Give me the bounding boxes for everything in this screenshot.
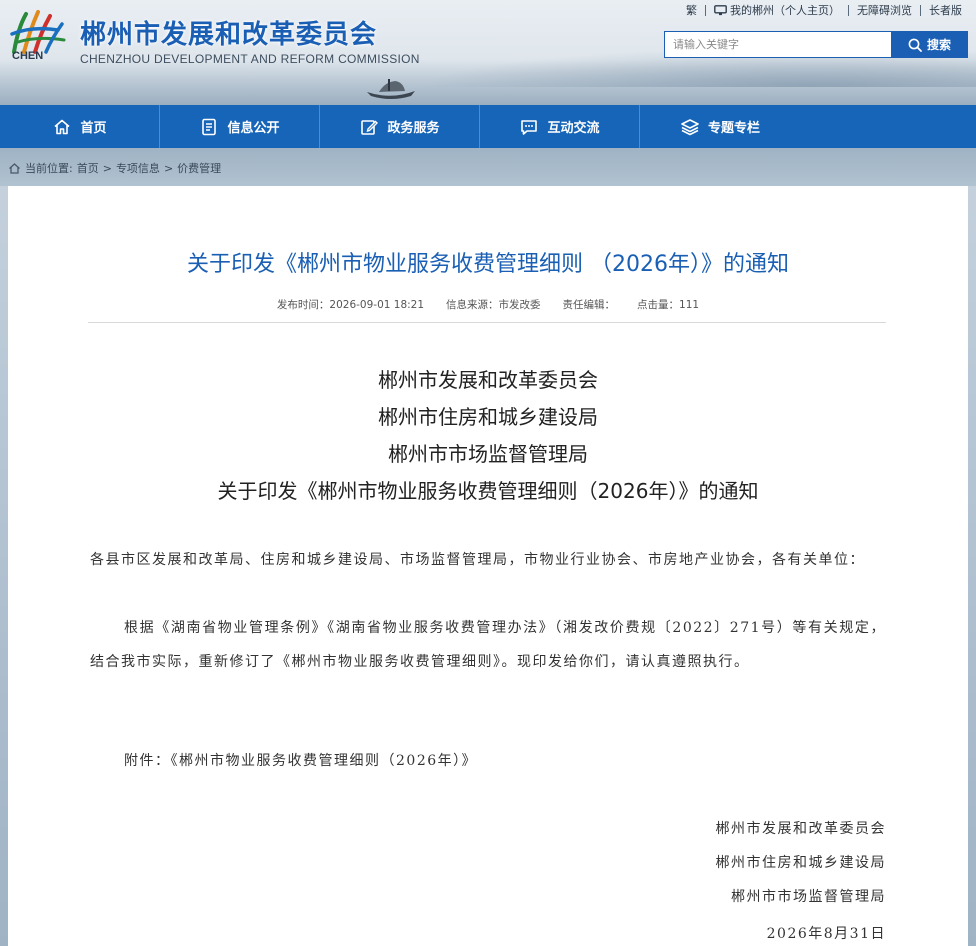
- article-card: 关于印发《郴州市物业服务收费管理细则 （2026年）》的通知 发布时间：2026…: [8, 186, 968, 946]
- breadcrumb: 当前位置: 首页 > 专项信息 > 价费管理: [8, 160, 221, 176]
- logo-text: CHEN: [12, 50, 44, 62]
- monitor-icon: [714, 4, 727, 15]
- nav-special-topics[interactable]: 专题专栏: [640, 105, 800, 148]
- breadcrumb-price-management[interactable]: 价费管理: [177, 160, 221, 176]
- home-icon: [54, 119, 71, 134]
- my-chenzhou-link[interactable]: 我的郴州（个人主页）: [706, 2, 848, 18]
- editor: 责任编辑：: [562, 299, 616, 311]
- accessibility-link[interactable]: 无障碍浏览: [849, 2, 920, 18]
- info-source: 信息来源：市发改委: [446, 299, 541, 311]
- hit-count: 点击量：111: [637, 299, 700, 311]
- chat-icon: [521, 119, 538, 135]
- nav-gov-services[interactable]: 政务服务: [320, 105, 480, 148]
- top-links: 繁 我的郴州（个人主页） 无障碍浏览 长者版: [678, 2, 970, 18]
- issuer-1: 郴州市发展和改革委员会: [378, 368, 598, 392]
- search-box: 搜索: [664, 31, 968, 58]
- issuer-3: 郴州市市场监督管理局: [388, 442, 588, 466]
- search-icon: [908, 38, 922, 52]
- nav-interaction[interactable]: 互动交流: [480, 105, 640, 148]
- traditional-chinese-link[interactable]: 繁: [678, 2, 705, 18]
- breadcrumb-home[interactable]: 首页: [77, 160, 99, 176]
- header-banner: CHEN 郴州市发展和改革委员会 CHENZHOU DEVELOPMENT AN…: [0, 0, 976, 105]
- main-nav: 首页 信息公开 政务服务 互动交流 专题专栏: [0, 105, 976, 148]
- issuer-2: 郴州市住房和城乡建设局: [378, 405, 598, 429]
- nav-info-disclosure[interactable]: 信息公开: [160, 105, 320, 148]
- boat-image: [367, 79, 415, 99]
- elder-mode-link[interactable]: 长者版: [921, 2, 970, 18]
- breadcrumb-separator: >: [163, 161, 174, 175]
- layers-icon: [681, 118, 699, 135]
- nav-services-label: 政务服务: [387, 121, 440, 136]
- nav-info-label: 信息公开: [227, 121, 280, 136]
- signature-2: 郴州市住房和城乡建设局: [715, 855, 886, 871]
- signature-date: 2026年8月31日: [766, 926, 886, 942]
- nav-home-label: 首页: [80, 121, 107, 136]
- search-button[interactable]: 搜索: [891, 31, 968, 58]
- publish-time: 发布时间：2026-09-01 18:21: [276, 299, 425, 311]
- site-title: 郴州市发展和改革委员会: [80, 20, 378, 50]
- signature-3: 郴州市市场监督管理局: [731, 889, 886, 905]
- nav-topics-label: 专题专栏: [707, 121, 760, 136]
- body-paragraph: 根据《湖南省物业管理条例》《湖南省物业服务收费管理办法》（湘发改价费规〔2022…: [90, 620, 886, 670]
- signature-1: 郴州市发展和改革委员会: [715, 821, 886, 837]
- document-icon: [202, 118, 217, 135]
- edit-icon: [361, 119, 379, 135]
- search-input[interactable]: [664, 31, 891, 58]
- addressee: 各县市区发展和改革局、住房和城乡建设局、市场监督管理局，市物业行业协会、市房地产…: [90, 552, 865, 568]
- breadcrumb-separator: >: [102, 161, 112, 175]
- title-divider: [88, 322, 886, 323]
- document-heading: 郴州市发展和改革委员会 郴州市住房和城乡建设局 郴州市市场监督管理局 关于印发《…: [8, 362, 968, 510]
- banner-mist: [0, 60, 976, 105]
- nav-interaction-label: 互动交流: [547, 121, 600, 136]
- home-icon: [9, 162, 20, 174]
- search-button-label: 搜索: [926, 38, 951, 52]
- article-meta: 发布时间：2026-09-01 18:21 信息来源：市发改委 责任编辑： 点击…: [8, 297, 968, 312]
- my-chenzhou-label: 我的郴州（个人主页）: [730, 4, 840, 17]
- attachment-link[interactable]: 附件：《郴州市物业服务收费管理细则（2026年）》: [90, 744, 886, 778]
- article-title: 关于印发《郴州市物业服务收费管理细则 （2026年）》的通知: [187, 252, 789, 277]
- document-subject: 关于印发《郴州市物业服务收费管理细则（2026年）》的通知: [217, 479, 759, 503]
- breadcrumb-prefix: 当前位置:: [25, 162, 73, 175]
- site-subtitle: CHENZHOU DEVELOPMENT AND REFORM COMMISSI…: [80, 52, 420, 66]
- nav-home[interactable]: 首页: [0, 105, 160, 148]
- breadcrumb-special-info[interactable]: 专项信息: [116, 160, 160, 176]
